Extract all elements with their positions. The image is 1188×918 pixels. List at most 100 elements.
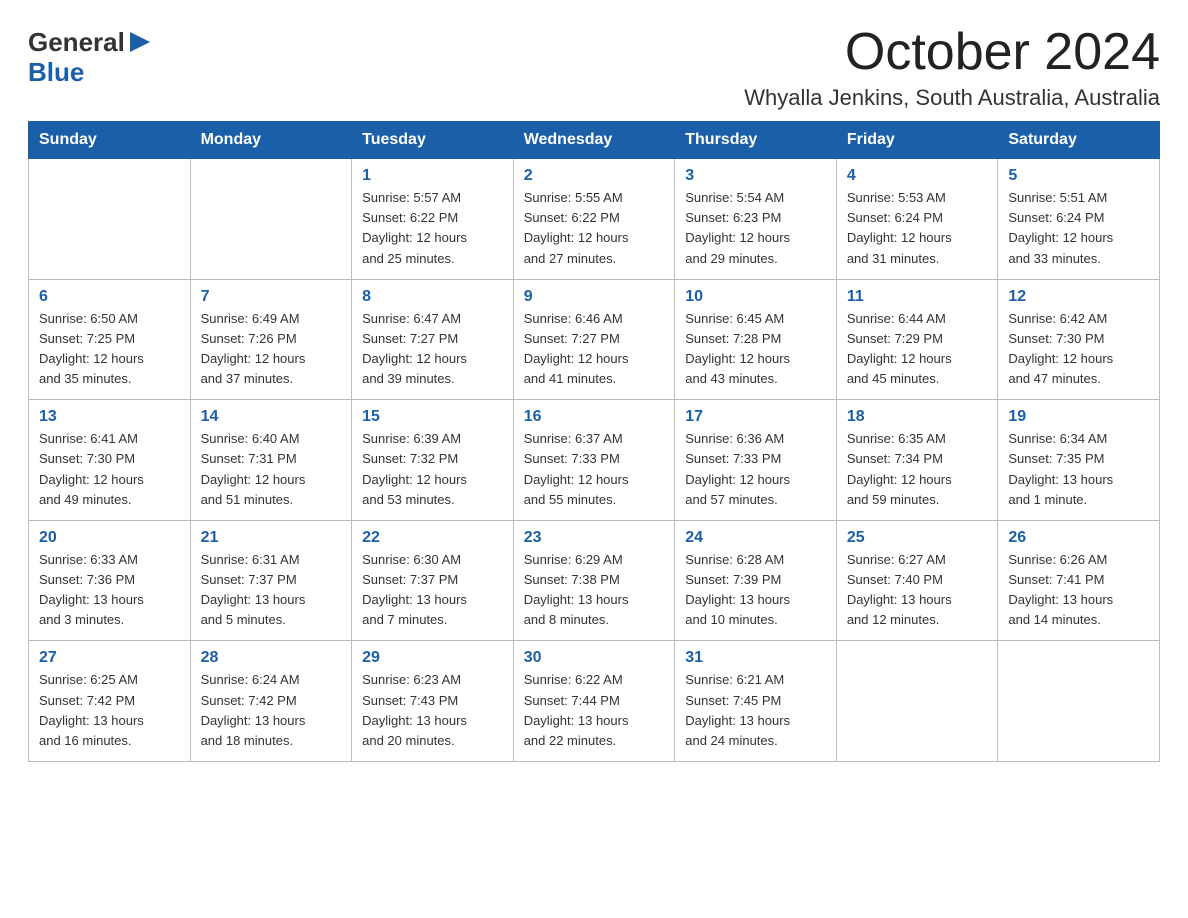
day-info: Sunrise: 6:35 AM Sunset: 7:34 PM Dayligh… — [847, 429, 988, 510]
col-monday: Monday — [190, 122, 352, 159]
day-info: Sunrise: 6:28 AM Sunset: 7:39 PM Dayligh… — [685, 550, 826, 631]
table-row — [998, 641, 1160, 762]
calendar-week-1: 1Sunrise: 5:57 AM Sunset: 6:22 PM Daylig… — [29, 159, 1160, 280]
day-number: 25 — [847, 529, 988, 547]
table-row: 20 Sunrise: 6:33 AM Sunset: 7:36 PM Dayli… — [29, 520, 191, 641]
day-number: 2 — [524, 167, 665, 185]
table-row: 12 Sunrise: 6:42 AM Sunset: 7:30 PM Dayli… — [998, 279, 1160, 400]
day-info: Sunrise: 6:29 AM Sunset: 7:38 PM Dayligh… — [524, 550, 665, 631]
day-number: 19 — [1008, 408, 1149, 426]
table-row: 24 Sunrise: 6:28 AM Sunset: 7:39 PM Dayli… — [675, 520, 837, 641]
table-row: 5 Sunrise: 5:51 AM Sunset: 6:24 PM Daylig… — [998, 159, 1160, 280]
day-info: Sunrise: 6:50 AM Sunset: 7:25 PM Dayligh… — [39, 309, 180, 390]
day-number: 27 — [39, 649, 180, 667]
col-wednesday: Wednesday — [513, 122, 675, 159]
table-row: 8Sunrise: 6:47 AM Sunset: 7:27 PM Daylig… — [352, 279, 514, 400]
table-row: 6 Sunrise: 6:50 AM Sunset: 7:25 PM Daylig… — [29, 279, 191, 400]
day-number: 30 — [524, 649, 665, 667]
day-number: 22 — [362, 529, 503, 547]
table-row: 27 Sunrise: 6:25 AM Sunset: 7:42 PM Dayli… — [29, 641, 191, 762]
calendar-week-2: 6 Sunrise: 6:50 AM Sunset: 7:25 PM Daylig… — [29, 279, 1160, 400]
day-number: 14 — [201, 408, 342, 426]
table-row: 16Sunrise: 6:37 AM Sunset: 7:33 PM Dayli… — [513, 400, 675, 521]
table-row: 31 Sunrise: 6:21 AM Sunset: 7:45 PM Dayli… — [675, 641, 837, 762]
day-number: 11 — [847, 288, 988, 306]
day-number: 3 — [685, 167, 826, 185]
day-info: Sunrise: 6:39 AM Sunset: 7:32 PM Dayligh… — [362, 429, 503, 510]
day-info: Sunrise: 6:26 AM Sunset: 7:41 PM Dayligh… — [1008, 550, 1149, 631]
day-number: 6 — [39, 288, 180, 306]
day-number: 5 — [1008, 167, 1149, 185]
table-row: 25 Sunrise: 6:27 AM Sunset: 7:40 PM Dayli… — [836, 520, 998, 641]
day-number: 15 — [362, 408, 503, 426]
day-info: Sunrise: 6:46 AM Sunset: 7:27 PM Dayligh… — [524, 309, 665, 390]
day-number: 28 — [201, 649, 342, 667]
table-row: 11 Sunrise: 6:44 AM Sunset: 7:29 PM Dayli… — [836, 279, 998, 400]
day-info: Sunrise: 6:27 AM Sunset: 7:40 PM Dayligh… — [847, 550, 988, 631]
table-row: 21Sunrise: 6:31 AM Sunset: 7:37 PM Dayli… — [190, 520, 352, 641]
table-row: 15 Sunrise: 6:39 AM Sunset: 7:32 PM Dayli… — [352, 400, 514, 521]
day-info: Sunrise: 6:34 AM Sunset: 7:35 PM Dayligh… — [1008, 429, 1149, 510]
day-info: Sunrise: 5:55 AM Sunset: 6:22 PM Dayligh… — [524, 188, 665, 269]
day-number: 9 — [524, 288, 665, 306]
table-row: 14Sunrise: 6:40 AM Sunset: 7:31 PM Dayli… — [190, 400, 352, 521]
day-number: 31 — [685, 649, 826, 667]
day-info: Sunrise: 6:41 AM Sunset: 7:30 PM Dayligh… — [39, 429, 180, 510]
table-row: 13Sunrise: 6:41 AM Sunset: 7:30 PM Dayli… — [29, 400, 191, 521]
day-info: Sunrise: 6:21 AM Sunset: 7:45 PM Dayligh… — [685, 670, 826, 751]
day-number: 26 — [1008, 529, 1149, 547]
day-info: Sunrise: 6:25 AM Sunset: 7:42 PM Dayligh… — [39, 670, 180, 751]
day-info: Sunrise: 6:33 AM Sunset: 7:36 PM Dayligh… — [39, 550, 180, 631]
table-row — [836, 641, 998, 762]
day-number: 7 — [201, 288, 342, 306]
day-info: Sunrise: 5:51 AM Sunset: 6:24 PM Dayligh… — [1008, 188, 1149, 269]
table-row: 3 Sunrise: 5:54 AM Sunset: 6:23 PM Daylig… — [675, 159, 837, 280]
col-friday: Friday — [836, 122, 998, 159]
table-row: 17Sunrise: 6:36 AM Sunset: 7:33 PM Dayli… — [675, 400, 837, 521]
day-info: Sunrise: 6:30 AM Sunset: 7:37 PM Dayligh… — [362, 550, 503, 631]
table-row: 22 Sunrise: 6:30 AM Sunset: 7:37 PM Dayli… — [352, 520, 514, 641]
location-title: Whyalla Jenkins, South Australia, Austra… — [744, 85, 1160, 111]
day-info: Sunrise: 5:57 AM Sunset: 6:22 PM Dayligh… — [362, 188, 503, 269]
calendar-week-4: 20 Sunrise: 6:33 AM Sunset: 7:36 PM Dayli… — [29, 520, 1160, 641]
day-info: Sunrise: 6:36 AM Sunset: 7:33 PM Dayligh… — [685, 429, 826, 510]
day-number: 10 — [685, 288, 826, 306]
day-number: 20 — [39, 529, 180, 547]
page-header: General Blue October 2024 Whyalla Jenkin… — [28, 24, 1160, 111]
day-number: 29 — [362, 649, 503, 667]
day-info: Sunrise: 6:44 AM Sunset: 7:29 PM Dayligh… — [847, 309, 988, 390]
day-number: 12 — [1008, 288, 1149, 306]
table-row: 9 Sunrise: 6:46 AM Sunset: 7:27 PM Daylig… — [513, 279, 675, 400]
logo-general-text: General — [28, 28, 125, 57]
day-number: 21 — [201, 529, 342, 547]
calendar-table: Sunday Monday Tuesday Wednesday Thursday… — [28, 121, 1160, 762]
day-number: 24 — [685, 529, 826, 547]
col-tuesday: Tuesday — [352, 122, 514, 159]
table-row: 10 Sunrise: 6:45 AM Sunset: 7:28 PM Dayli… — [675, 279, 837, 400]
table-row: 28 Sunrise: 6:24 AM Sunset: 7:42 PM Dayli… — [190, 641, 352, 762]
day-info: Sunrise: 6:45 AM Sunset: 7:28 PM Dayligh… — [685, 309, 826, 390]
table-row: 1Sunrise: 5:57 AM Sunset: 6:22 PM Daylig… — [352, 159, 514, 280]
day-info: Sunrise: 6:42 AM Sunset: 7:30 PM Dayligh… — [1008, 309, 1149, 390]
calendar-week-5: 27 Sunrise: 6:25 AM Sunset: 7:42 PM Dayli… — [29, 641, 1160, 762]
table-row: 19 Sunrise: 6:34 AM Sunset: 7:35 PM Dayli… — [998, 400, 1160, 521]
day-number: 23 — [524, 529, 665, 547]
table-row: 7 Sunrise: 6:49 AM Sunset: 7:26 PM Daylig… — [190, 279, 352, 400]
title-block: October 2024 Whyalla Jenkins, South Aust… — [744, 24, 1160, 111]
calendar-week-3: 13Sunrise: 6:41 AM Sunset: 7:30 PM Dayli… — [29, 400, 1160, 521]
col-sunday: Sunday — [29, 122, 191, 159]
table-row: 29Sunrise: 6:23 AM Sunset: 7:43 PM Dayli… — [352, 641, 514, 762]
day-info: Sunrise: 5:54 AM Sunset: 6:23 PM Dayligh… — [685, 188, 826, 269]
table-row: 4 Sunrise: 5:53 AM Sunset: 6:24 PM Daylig… — [836, 159, 998, 280]
day-info: Sunrise: 5:53 AM Sunset: 6:24 PM Dayligh… — [847, 188, 988, 269]
day-number: 4 — [847, 167, 988, 185]
table-row: 26 Sunrise: 6:26 AM Sunset: 7:41 PM Dayli… — [998, 520, 1160, 641]
day-info: Sunrise: 6:37 AM Sunset: 7:33 PM Dayligh… — [524, 429, 665, 510]
day-info: Sunrise: 6:24 AM Sunset: 7:42 PM Dayligh… — [201, 670, 342, 751]
day-info: Sunrise: 6:49 AM Sunset: 7:26 PM Dayligh… — [201, 309, 342, 390]
day-number: 18 — [847, 408, 988, 426]
day-info: Sunrise: 6:22 AM Sunset: 7:44 PM Dayligh… — [524, 670, 665, 751]
day-info: Sunrise: 6:47 AM Sunset: 7:27 PM Dayligh… — [362, 309, 503, 390]
col-saturday: Saturday — [998, 122, 1160, 159]
table-row: 23 Sunrise: 6:29 AM Sunset: 7:38 PM Dayli… — [513, 520, 675, 641]
